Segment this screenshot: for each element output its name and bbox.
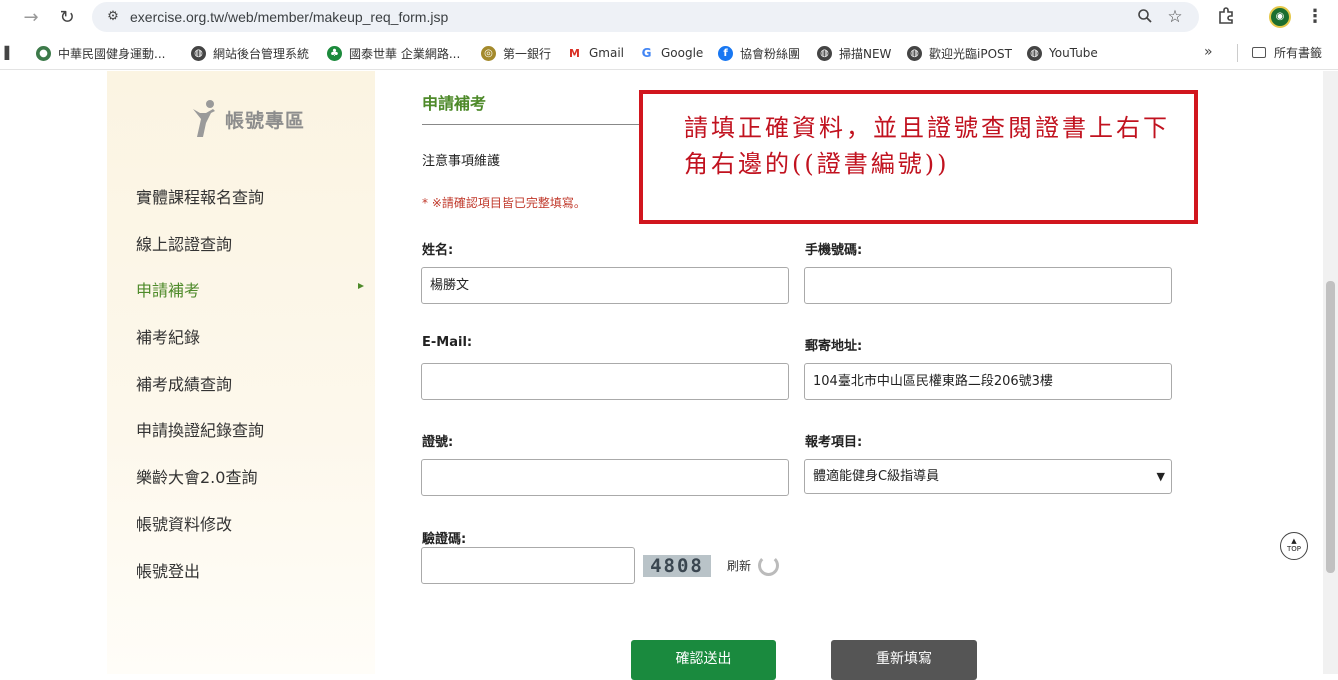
page-viewport: 帳號專區 實體課程報名查詢 線上認證查詢 申請補考 補考紀錄 補考成績查詢 申請… xyxy=(0,71,1338,680)
bookmark-item[interactable]: ◍ 網站後台管理系統 xyxy=(191,44,309,62)
sidebar-item-logout[interactable]: 帳號登出 xyxy=(136,558,200,582)
certificate-number-input[interactable] xyxy=(421,459,789,496)
browser-menu-icon[interactable]: ⋮ xyxy=(1306,6,1324,28)
bookmark-label: YouTube xyxy=(1049,46,1098,60)
captcha-image: 4808 xyxy=(643,555,711,577)
account-sidebar: 帳號專區 實體課程報名查詢 線上認證查詢 申請補考 補考紀錄 補考成績查詢 申請… xyxy=(107,71,375,674)
sidebar-item-apply-makeup-exam[interactable]: 申請補考 xyxy=(136,277,200,301)
address-input[interactable]: 104臺北市中山區民權東路二段206號3樓 xyxy=(804,363,1172,400)
extensions-icon[interactable] xyxy=(1215,6,1237,28)
email-input[interactable] xyxy=(421,363,789,400)
email-label: E-Mail: xyxy=(422,335,473,350)
bookmark-item[interactable]: M Gmail xyxy=(567,44,624,62)
address-label: 郵寄地址: xyxy=(805,339,863,354)
required-fields-note: * ※請確認項目皆已完整填寫。 xyxy=(422,196,586,210)
folder-icon xyxy=(1252,47,1266,58)
sidebar-header: 帳號專區 xyxy=(191,99,305,139)
globe-icon: ◍ xyxy=(817,45,832,61)
exam-item-select[interactable]: 體適能健身C級指導員 ▼ xyxy=(804,459,1172,494)
sidebar-item-senior-convention[interactable]: 樂齡大會2.0查詢 xyxy=(136,464,257,488)
sidebar-item-edit-account[interactable]: 帳號資料修改 xyxy=(136,511,232,535)
annotation-text: 請填正確資料，並且證號查閱證書上右下角右邊的((證書編號)) xyxy=(684,114,1170,178)
site-settings-icon[interactable]: ⚙ xyxy=(104,8,122,26)
sidebar-title: 帳號專區 xyxy=(225,109,306,132)
back-to-top-button[interactable]: ▲ TOP xyxy=(1280,532,1308,560)
org-logo-icon: ● xyxy=(36,45,51,61)
annotation-callout: 請填正確資料，並且證號查閱證書上右下角右邊的((證書編號)) xyxy=(639,90,1198,224)
profile-avatar-icon[interactable]: ◉ xyxy=(1269,6,1291,28)
globe-icon: ◍ xyxy=(191,45,206,61)
reset-button[interactable]: 重新填寫 xyxy=(831,640,977,680)
page-title: 申請補考 xyxy=(422,94,487,113)
phone-label: 手機號碼: xyxy=(805,243,863,258)
bookmark-label: 掃描NEW xyxy=(839,46,892,61)
bookmark-star-icon[interactable]: ☆ xyxy=(1165,7,1185,27)
exam-item-selected-value: 體適能健身C級指導員 xyxy=(813,469,940,484)
all-bookmarks-label: 所有書籤 xyxy=(1274,46,1323,60)
title-divider xyxy=(422,124,642,125)
globe-icon: ◍ xyxy=(1027,45,1042,61)
bookmark-label: 國泰世華 企業網路... xyxy=(349,46,461,61)
sidebar-item-course-registration[interactable]: 實體課程報名查詢 xyxy=(136,184,264,208)
bookmark-label: Google xyxy=(661,46,704,60)
refresh-icon[interactable] xyxy=(758,555,779,576)
bookmarks-divider xyxy=(1237,44,1238,62)
sidebar-item-certificate-renewal-records[interactable]: 申請換證紀錄查詢 xyxy=(136,417,264,441)
captcha-refresh-link[interactable]: 刷新 xyxy=(727,557,751,574)
bookmark-label: Gmail xyxy=(589,46,625,60)
person-logo-icon xyxy=(193,100,215,137)
bookmark-label: 網站後台管理系統 xyxy=(213,46,310,61)
certificate-number-label: 證號: xyxy=(422,435,454,450)
active-indicator-arrow-icon xyxy=(358,283,364,289)
name-label: 姓名: xyxy=(422,243,454,258)
bookmark-item[interactable]: G Google xyxy=(639,44,703,62)
reload-icon[interactable]: ↻ xyxy=(56,7,78,29)
phone-input[interactable] xyxy=(804,267,1172,304)
exam-item-label: 報考項目: xyxy=(805,435,863,450)
notice-link[interactable]: 注意事項維護 xyxy=(422,150,500,169)
url-text[interactable]: exercise.org.tw/web/member/makeup_req_fo… xyxy=(130,9,448,25)
scrollbar-thumb[interactable] xyxy=(1326,281,1335,573)
dropdown-arrow-icon: ▼ xyxy=(1156,470,1165,483)
bookmark-label: 第一銀行 xyxy=(503,46,552,61)
globe-icon: ◍ xyxy=(907,45,922,61)
bookmarks-bar: ▐ ● 中華民國健身運動... ◍ 網站後台管理系統 ♣ 國泰世華 企業網路..… xyxy=(0,36,1338,70)
bookmark-item[interactable]: ◍ YouTube xyxy=(1027,44,1098,62)
name-input[interactable]: 楊勝文 xyxy=(421,267,789,304)
address-bar[interactable]: ⚙ exercise.org.tw/web/member/makeup_req_… xyxy=(92,2,1199,32)
bookmark-overflow-left-icon[interactable]: ▐ xyxy=(0,45,9,61)
sidebar-item-makeup-scores[interactable]: 補考成績查詢 xyxy=(136,371,232,395)
google-icon: G xyxy=(639,45,654,61)
sidebar-item-online-certification[interactable]: 線上認證查詢 xyxy=(136,231,232,255)
captcha-label: 驗證碼: xyxy=(422,532,467,547)
all-bookmarks-folder[interactable]: 所有書籤 xyxy=(1252,44,1322,61)
bookmark-item[interactable]: ◍ 掃描NEW xyxy=(817,44,891,62)
submit-button[interactable]: 確認送出 xyxy=(631,640,776,680)
bookmark-item[interactable]: ● 中華民國健身運動... xyxy=(36,44,165,62)
browser-toolbar: → ↻ ⚙ exercise.org.tw/web/member/makeup_… xyxy=(0,0,1338,36)
bookmark-item[interactable]: ◎ 第一銀行 xyxy=(481,44,551,62)
bookmark-label: 歡迎光臨iPOST xyxy=(929,46,1012,61)
zoom-icon[interactable] xyxy=(1136,8,1154,26)
sidebar-item-makeup-records[interactable]: 補考紀錄 xyxy=(136,324,200,348)
page-scrollbar[interactable] xyxy=(1323,71,1338,674)
bookmark-item[interactable]: ♣ 國泰世華 企業網路... xyxy=(327,44,460,62)
tree-icon: ♣ xyxy=(327,45,342,61)
gmail-icon: M xyxy=(567,45,582,61)
top-label: TOP xyxy=(1286,545,1301,553)
forward-arrow-icon[interactable]: → xyxy=(20,7,42,29)
bookmark-item[interactable]: ◍ 歡迎光臨iPOST xyxy=(907,44,1012,62)
more-bookmarks-chevron-icon[interactable]: » xyxy=(1204,44,1213,60)
bookmark-label: 中華民國健身運動... xyxy=(58,46,166,61)
bookmark-item[interactable]: f 協會粉絲團 xyxy=(718,44,800,62)
bookmark-label: 協會粉絲團 xyxy=(740,46,801,61)
facebook-icon: f xyxy=(718,45,733,61)
up-arrow-icon: ▲ xyxy=(1291,537,1297,545)
bank-icon: ◎ xyxy=(481,45,496,61)
captcha-input[interactable] xyxy=(421,547,635,584)
